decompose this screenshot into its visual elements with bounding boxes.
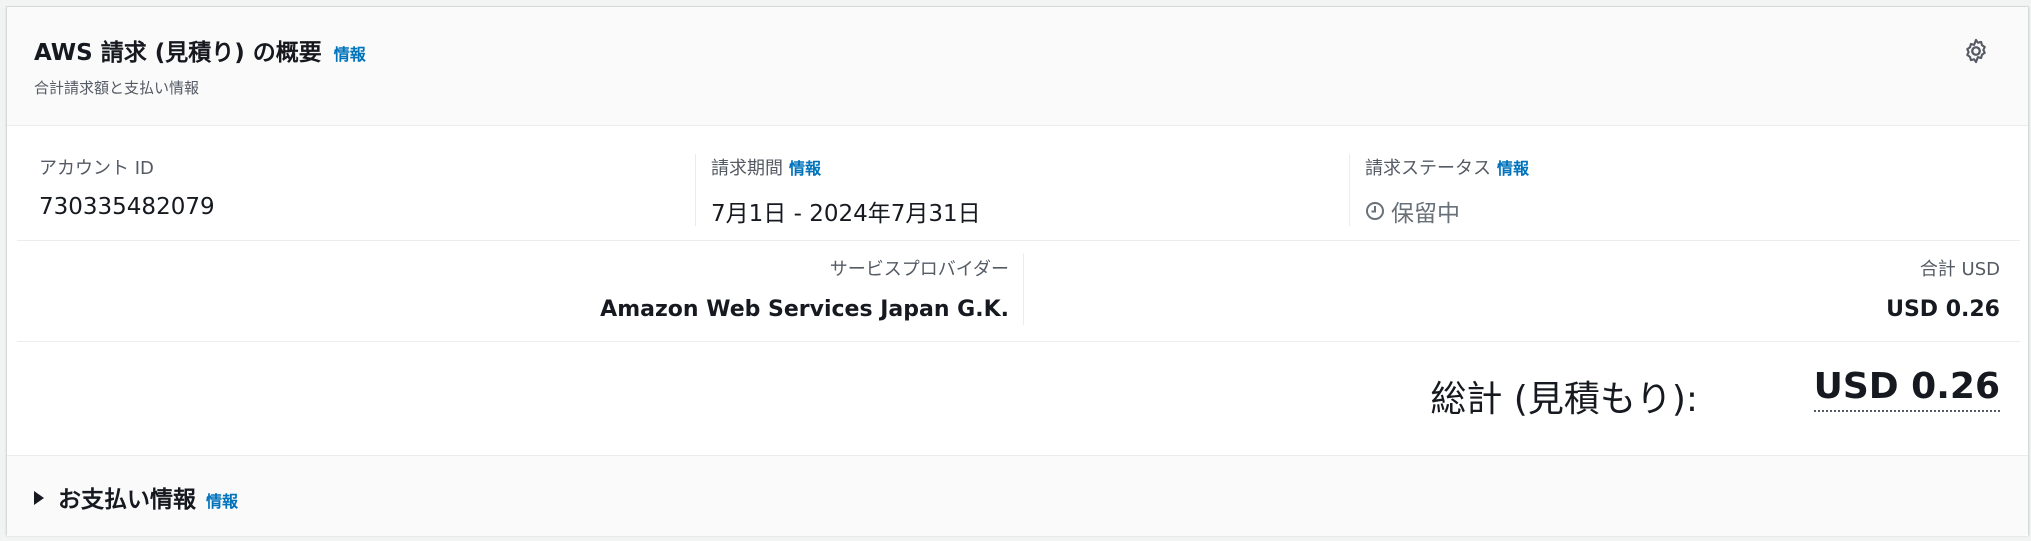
total-usd-value: USD 0.26 [1886, 297, 2000, 322]
billing-status: 保留中 [1365, 194, 1529, 228]
grand-total-label: 総計 (見積もり): [1430, 379, 1698, 420]
payment-info-expander[interactable]: お支払い情報 情報 [34, 480, 238, 514]
provider-row: サービスプロバイダー Amazon Web Services Japan G.K… [17, 241, 2020, 342]
billing-status-field: 請求ステータス 情報 保留中 [1365, 154, 1529, 228]
account-id-field: アカウント ID 730335482079 [39, 154, 215, 220]
gear-icon[interactable] [1962, 37, 1990, 65]
column-divider [1349, 154, 1350, 226]
payment-info-link[interactable]: 情報 [206, 488, 238, 512]
billing-period-info-link[interactable]: 情報 [789, 155, 821, 179]
service-provider-value: Amazon Web Services Japan G.K. [600, 297, 1009, 322]
clock-icon [1366, 202, 1384, 220]
billing-status-value: 保留中 [1391, 201, 1460, 227]
billing-period-field: 請求期間 情報 7月1日 - 2024年7月31日 [711, 154, 981, 228]
payment-info-section: お支払い情報 情報 [7, 455, 2028, 536]
billing-period-value: 7月1日 - 2024年7月31日 [711, 201, 981, 227]
billing-status-info-link[interactable]: 情報 [1497, 155, 1529, 179]
account-id-label: アカウント ID [39, 158, 154, 179]
grand-total-row: 総計 (見積もり): USD 0.26 [17, 342, 2020, 454]
caret-right-icon [34, 491, 44, 505]
service-provider-label: サービスプロバイダー [829, 259, 1009, 280]
billing-status-label: 請求ステータス [1365, 158, 1491, 179]
total-usd-field: 合計 USD USD 0.26 [1886, 255, 2000, 322]
total-usd-label: 合計 USD [1919, 259, 2000, 280]
column-divider [1023, 253, 1024, 325]
payment-info-title: お支払い情報 [58, 487, 196, 513]
billing-details-row: アカウント ID 730335482079 請求期間 情報 7月1日 - 202… [17, 126, 2020, 241]
page-subtitle: 合計請求額と支払い情報 [34, 79, 200, 97]
page-title: AWS 請求 (見積り) の概要 [34, 40, 322, 66]
service-provider-field: サービスプロバイダー Amazon Web Services Japan G.K… [600, 255, 1009, 322]
grand-total-value[interactable]: USD 0.26 [1813, 364, 2000, 412]
panel-header: AWS 請求 (見積り) の概要 情報 合計請求額と支払い情報 [7, 7, 2028, 126]
billing-period-label: 請求期間 [711, 158, 783, 179]
title-row: AWS 請求 (見積り) の概要 情報 [34, 33, 366, 67]
title-info-link[interactable]: 情報 [334, 41, 366, 65]
column-divider [695, 154, 696, 226]
billing-summary-panel: AWS 請求 (見積り) の概要 情報 合計請求額と支払い情報 アカウント ID… [6, 6, 2029, 536]
account-id-value: 730335482079 [39, 194, 215, 220]
